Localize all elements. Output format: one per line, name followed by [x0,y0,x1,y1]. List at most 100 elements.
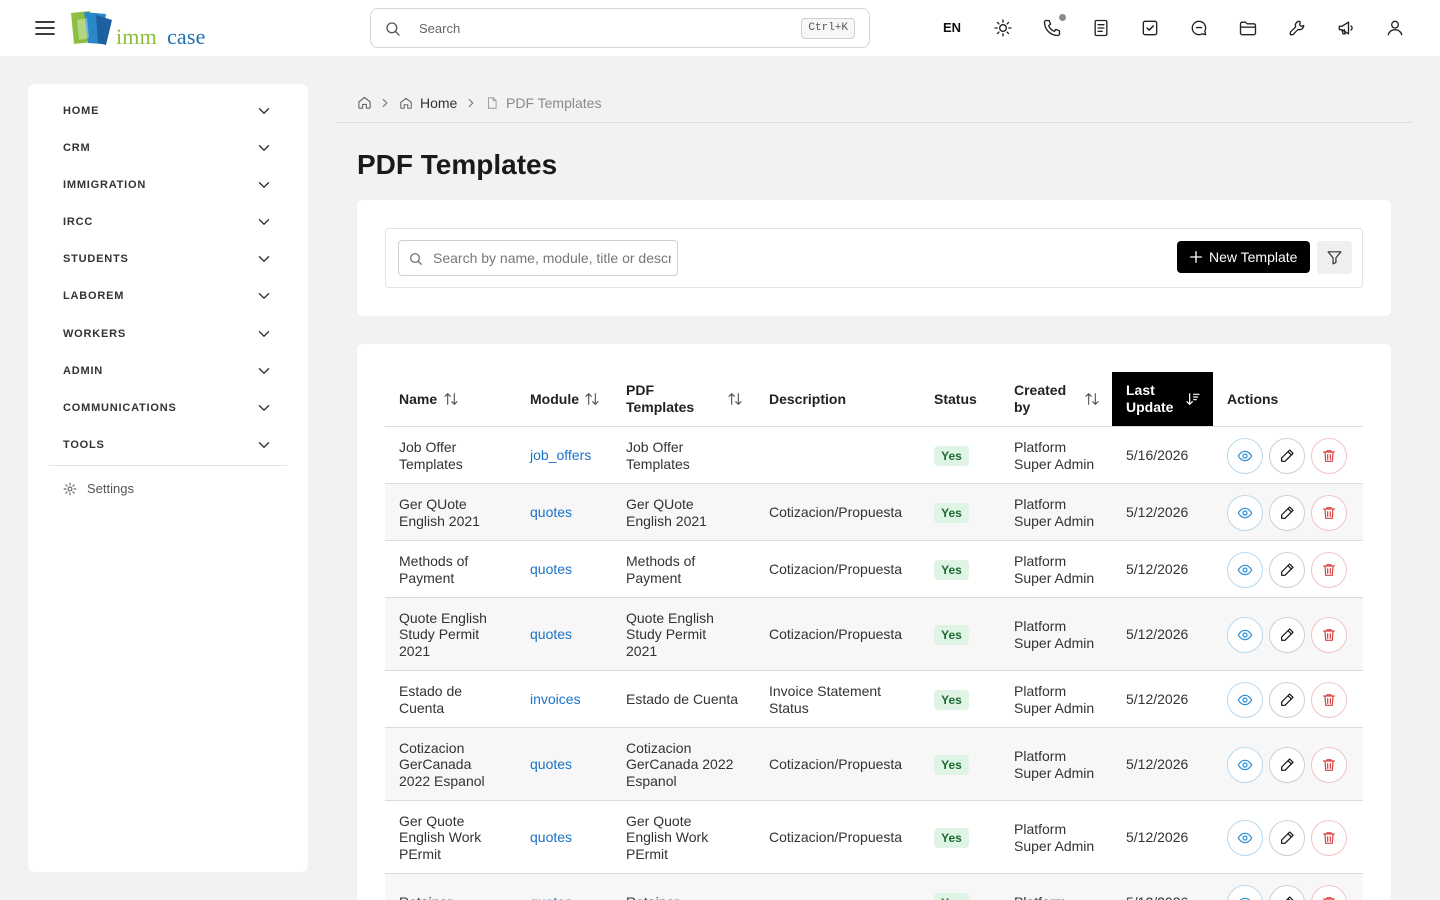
table-search-input[interactable] [433,247,671,269]
app-logo[interactable]: imm case [70,10,220,50]
view-button[interactable] [1227,746,1263,783]
delete-button[interactable] [1311,494,1347,531]
eye-icon [1237,507,1253,518]
cell-pdf-template: Quote English [626,609,714,626]
folder-icon[interactable] [1238,18,1258,38]
edit-button[interactable] [1269,746,1305,783]
home-icon[interactable] [357,95,372,110]
phone-icon[interactable] [1042,18,1062,38]
cell-last-update: 5/12/2026 [1126,626,1189,643]
sidebar-item-home[interactable]: HOME [63,101,273,121]
view-button[interactable] [1227,819,1263,856]
pencil-icon [1281,627,1294,641]
status-badge: Yes [934,892,969,900]
user-icon[interactable] [1385,18,1405,38]
edit-button[interactable] [1269,819,1305,856]
notes-icon[interactable] [1091,18,1111,38]
status-badge: Yes [934,445,969,466]
sidebar-item-label: Settings [87,481,134,496]
view-button[interactable] [1227,616,1263,653]
cell-pdf-template: Retainer [626,894,679,900]
cell-name: 2022 Espanol [399,772,485,789]
edit-button[interactable] [1269,681,1305,718]
delete-button[interactable] [1311,437,1347,474]
eye-icon [1237,832,1253,843]
sun-icon[interactable] [993,18,1013,38]
tasks-icon[interactable] [1140,18,1160,38]
breadcrumb-home[interactable]: Home [420,95,457,111]
sidebar-item-tools[interactable]: TOOLS [63,435,273,455]
cell-module-link[interactable]: quotes [530,756,572,773]
column-header-last-update[interactable]: Last Update [1112,372,1213,426]
edit-button[interactable] [1269,884,1305,900]
sidebar-item-crm[interactable]: CRM [63,138,273,158]
language-switch[interactable]: EN [943,20,961,35]
view-button[interactable] [1227,681,1263,718]
cell-name: Retainer [399,894,452,900]
cell-name: English Work [399,829,482,846]
delete-button[interactable] [1311,884,1347,900]
sidebar-item-settings[interactable]: Settings [63,479,183,499]
cell-module-link[interactable]: invoices [530,691,581,708]
cell-pdf-template: Espanol [626,772,677,789]
sidebar-item-immigration[interactable]: IMMIGRATION [63,175,273,195]
pencil-icon [1281,562,1294,576]
view-button[interactable] [1227,437,1263,474]
breadcrumb: Home PDF Templates [357,94,657,112]
delete-button[interactable] [1311,616,1347,653]
menu-icon[interactable] [33,16,57,40]
gear-icon [63,482,77,496]
cell-name: Job Offer [399,439,457,455]
column-header-created-by[interactable]: Created by [1000,372,1112,426]
sidebar-item-admin[interactable]: ADMIN [63,361,273,381]
table-search[interactable] [398,240,678,276]
delete-button[interactable] [1311,681,1347,718]
global-search-placeholder: Search [419,21,461,36]
sidebar-item-laborem[interactable]: LABOREM [63,286,273,306]
column-header-name[interactable]: Name [385,372,516,426]
sidebar-item-communications[interactable]: COMMUNICATIONS [63,398,273,418]
view-button[interactable] [1227,551,1263,588]
edit-button[interactable] [1269,616,1305,653]
cell-module-link[interactable]: quotes [530,894,572,900]
sidebar-item-ircc[interactable]: IRCC [63,212,273,232]
edit-button[interactable] [1269,551,1305,588]
sidebar-item-workers[interactable]: WORKERS [63,324,273,344]
cell-name: GerCanada [399,756,472,773]
global-search[interactable]: Search Ctrl+K [370,8,870,48]
sidebar-item-students[interactable]: STUDENTS [63,249,273,269]
column-header-pdf-templates[interactable]: PDF Templates [612,372,755,426]
view-button[interactable] [1227,884,1263,900]
cell-module-link[interactable]: quotes [530,504,572,521]
cell-created-by: Platform [1014,748,1067,764]
eye-icon [1237,629,1253,640]
edit-button[interactable] [1269,437,1305,474]
new-template-button[interactable]: New Template [1177,241,1310,273]
chat-icon[interactable] [1189,18,1209,38]
trash-icon [1323,896,1335,900]
column-header-label: Name [399,391,438,407]
status-badge: Yes [934,559,969,580]
megaphone-icon[interactable] [1336,18,1356,38]
cell-created-by: Super Admin [1014,764,1095,781]
delete-button[interactable] [1311,746,1347,783]
cell-module-link[interactable]: quotes [530,561,572,578]
cell-pdf-template: Ger QUote [626,496,694,512]
column-header-module[interactable]: Module [516,372,612,426]
toolbar-card: New Template [357,200,1391,316]
cell-module-link[interactable]: job_offers [530,447,591,464]
chevron-down-icon [258,293,270,299]
wrench-icon[interactable] [1287,18,1307,38]
delete-button[interactable] [1311,551,1347,588]
filter-button[interactable] [1317,241,1352,274]
edit-button[interactable] [1269,494,1305,531]
notification-dot [1059,14,1066,21]
view-button[interactable] [1227,494,1263,531]
cell-name: Quote English [399,609,487,626]
cell-module-link[interactable]: quotes [530,626,572,643]
cell-created-by: Super Admin [1014,569,1095,586]
cell-created-by: Platform [1014,821,1067,837]
cell-module-link[interactable]: quotes [530,829,572,846]
delete-button[interactable] [1311,819,1347,856]
eye-icon [1237,564,1253,575]
